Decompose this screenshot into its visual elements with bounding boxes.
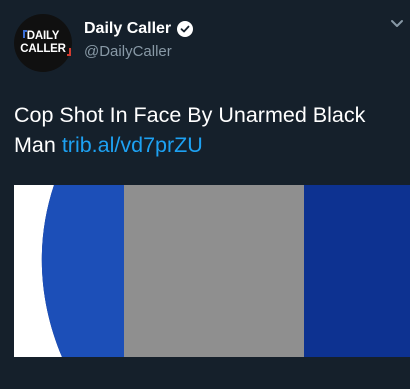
account-handle[interactable]: @DailyCaller: [84, 43, 193, 60]
avatar[interactable]: DAILY CALLER: [14, 14, 72, 72]
photo-placeholder: [124, 185, 304, 357]
tweet-link[interactable]: trib.al/vd7prZU: [62, 133, 203, 157]
avatar-text-line1: DAILY: [26, 30, 60, 42]
avatar-text-line2: CALLER: [20, 43, 66, 55]
chevron-down-icon[interactable]: [390, 16, 404, 27]
display-name[interactable]: Daily Caller: [84, 20, 171, 38]
tweet-media[interactable]: [14, 185, 410, 357]
logo-bracket-blue: [22, 30, 27, 38]
tweet-card: DAILY CALLER Daily Caller @DailyCaller C…: [0, 0, 410, 389]
logo-bracket-red: [66, 48, 71, 56]
verified-badge-icon: [177, 21, 194, 37]
tweet-text: Cop Shot In Face By Unarmed Black Man tr…: [14, 100, 399, 160]
account-names: Daily Caller @DailyCaller: [84, 20, 194, 60]
